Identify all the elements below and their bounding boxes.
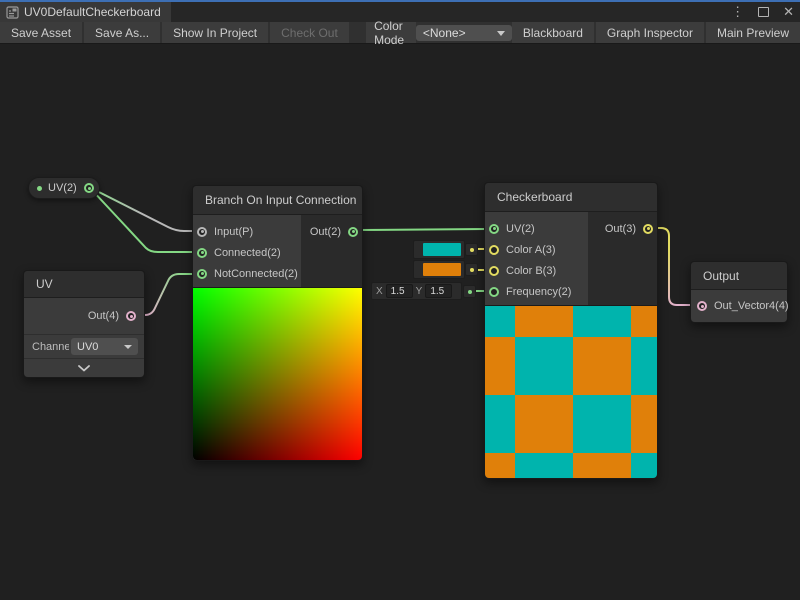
channel-label: Channel	[32, 341, 69, 353]
port-uv-out4[interactable]	[126, 311, 136, 321]
check-out-button: Check Out	[270, 22, 349, 43]
checker-cell	[631, 395, 657, 453]
port-branch-out[interactable]	[348, 227, 358, 237]
shader-graph-window: UV0DefaultCheckerboard ⋮ ✕ Save Asset Sa…	[0, 0, 800, 600]
node-title[interactable]: Branch On Input Connection	[193, 186, 362, 215]
node-uv-property[interactable]: UV(2)	[28, 177, 100, 199]
exposed-property-dot	[37, 186, 42, 191]
node-title[interactable]: Output	[691, 262, 787, 290]
checker-cell	[573, 453, 631, 478]
port-label: Out_Vector4(4)	[714, 300, 789, 312]
port-label: Out(2)	[310, 226, 341, 238]
toolbar-spacer	[351, 22, 366, 43]
color-a-chip	[423, 243, 461, 256]
checker-cell	[515, 453, 573, 478]
checkerboard-pattern	[485, 306, 657, 478]
color-b-connector	[465, 263, 478, 276]
port-checker-out[interactable]	[643, 224, 653, 234]
port-branch-connected[interactable]	[197, 248, 207, 258]
node-output[interactable]: Output Out_Vector4(4)	[690, 261, 788, 323]
port-label: Input(P)	[214, 226, 253, 238]
port-label: Connected(2)	[214, 247, 281, 259]
port-label: NotConnected(2)	[214, 268, 298, 280]
checker-cell	[485, 306, 515, 337]
frequency-y-input[interactable]: 1.5	[425, 284, 452, 298]
save-asset-button[interactable]: Save Asset	[0, 22, 82, 43]
main-preview-toggle-button[interactable]: Main Preview	[706, 22, 800, 43]
node-title[interactable]: Checkerboard	[485, 183, 657, 212]
checker-cell	[631, 453, 657, 478]
color-a-swatch[interactable]	[413, 240, 465, 259]
color-a-connector	[465, 243, 478, 256]
checker-cell	[485, 395, 515, 453]
maximize-icon[interactable]	[758, 7, 769, 17]
checkerboard-node-preview	[485, 305, 657, 478]
frequency-connector	[463, 285, 476, 298]
tab-shader-graph[interactable]: UV0DefaultCheckerboard	[0, 2, 171, 22]
uv-gradient-preview	[193, 288, 362, 460]
tab-title: UV0DefaultCheckerboard	[24, 5, 161, 19]
frequency-field-group: X 1.5 Y 1.5	[371, 282, 462, 300]
edge-branchout-to-checkerboard-uv[interactable]	[359, 229, 487, 230]
port-label: UV(2)	[506, 223, 535, 235]
port-uvprop-out[interactable]	[84, 183, 94, 193]
checker-cell	[631, 306, 657, 337]
edge-uvprop-to-branch-input[interactable]	[91, 188, 196, 231]
port-checker-color-a[interactable]	[489, 245, 499, 255]
port-label: Out(3)	[605, 223, 636, 235]
frequency-x-input[interactable]: 1.5	[386, 284, 413, 298]
node-uv[interactable]: UV Out(4) Channel UV0	[23, 270, 145, 378]
node-checkerboard[interactable]: Checkerboard UV(2) Color A(3) Color B(3)	[484, 182, 658, 479]
show-in-project-button[interactable]: Show In Project	[162, 22, 268, 43]
checker-cell	[573, 395, 631, 453]
checker-cell	[573, 337, 631, 395]
uv-property-label: UV(2)	[48, 182, 77, 194]
channel-value: UV0	[77, 341, 98, 353]
checker-cell	[515, 395, 573, 453]
chevron-down-icon	[124, 345, 132, 349]
checker-cell	[573, 306, 631, 337]
shader-graph-icon	[6, 6, 19, 19]
close-icon[interactable]: ✕	[783, 3, 794, 21]
save-as-button[interactable]: Save As...	[84, 22, 160, 43]
color-b-chip	[423, 263, 461, 276]
port-label: Frequency(2)	[506, 286, 571, 298]
graph-toolbar: Save Asset Save As... Show In Project Ch…	[0, 22, 800, 44]
port-label: Out(4)	[88, 310, 119, 322]
port-label: Color B(3)	[506, 265, 556, 277]
blackboard-toggle-button[interactable]: Blackboard	[512, 22, 594, 43]
frequency-y-label: Y	[416, 286, 423, 297]
color-mode-dropdown[interactable]: <None>	[416, 25, 512, 41]
graph-inspector-toggle-button[interactable]: Graph Inspector	[596, 22, 704, 43]
color-mode-value: <None>	[423, 26, 466, 40]
branch-node-preview	[193, 287, 362, 460]
channel-dropdown[interactable]: UV0	[71, 338, 138, 355]
edge-uvprop-to-branch-connected[interactable]	[91, 189, 196, 252]
color-mode-label: Color Mode	[366, 22, 416, 43]
node-branch-on-input-connection[interactable]: Branch On Input Connection Input(P) Conn…	[192, 185, 363, 461]
port-branch-notconnected[interactable]	[197, 269, 207, 279]
port-checker-frequency[interactable]	[489, 287, 499, 297]
color-b-swatch[interactable]	[413, 260, 465, 279]
port-checker-color-b[interactable]	[489, 266, 499, 276]
checker-cell	[631, 337, 657, 395]
checker-cell	[515, 306, 573, 337]
chevron-down-icon	[497, 31, 505, 36]
frequency-x-label: X	[376, 286, 383, 297]
node-title[interactable]: UV	[24, 271, 144, 298]
window-controls: ⋮ ✕	[731, 3, 794, 21]
port-output-vector4[interactable]	[697, 301, 707, 311]
kebab-menu-icon[interactable]: ⋮	[731, 3, 744, 21]
port-branch-input-p[interactable]	[197, 227, 207, 237]
port-label: Color A(3)	[506, 244, 556, 256]
checker-cell	[485, 337, 515, 395]
checker-cell	[485, 453, 515, 478]
edge-uvout4-to-branch-notconnected[interactable]	[136, 274, 196, 315]
checker-cell	[515, 337, 573, 395]
collapse-preview-button[interactable]	[24, 358, 144, 377]
chevron-down-icon	[78, 365, 90, 372]
port-checker-uv[interactable]	[489, 224, 499, 234]
